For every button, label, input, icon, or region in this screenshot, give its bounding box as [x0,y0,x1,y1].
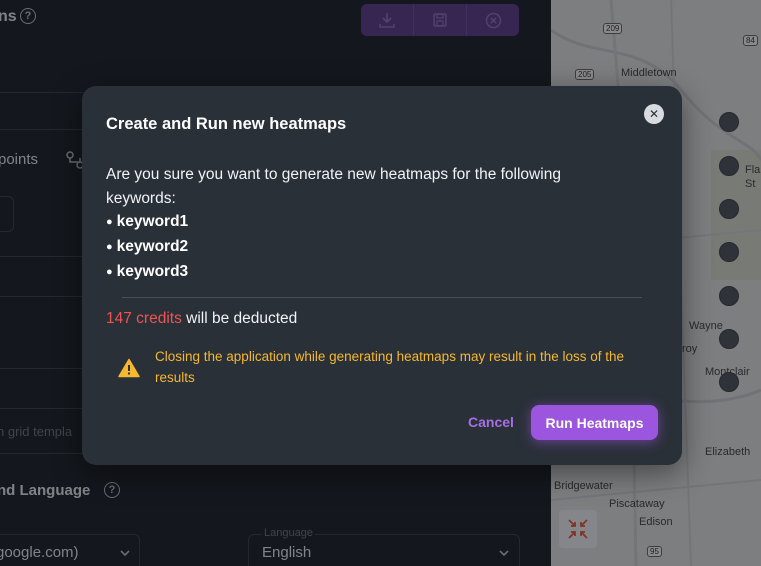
keyword-item: keyword1 [106,210,189,235]
warning-message: Closing the application while generating… [155,349,625,385]
keyword-item: keyword2 [106,235,189,260]
close-button[interactable]: ✕ [644,104,664,124]
dialog-question: Are you sure you want to generate new he… [106,166,561,207]
keyword-item: keyword3 [106,260,189,285]
warning-icon [118,358,140,378]
keyword-list: keyword1 keyword2 keyword3 [106,210,189,285]
credits-amount: 147 credits [106,310,182,327]
close-icon: ✕ [648,107,660,121]
run-heatmaps-button[interactable]: Run Heatmaps [531,405,658,440]
credits-suffix: will be deducted [181,310,298,327]
dialog-divider [122,297,642,298]
credits-notice: 147 credits will be deducted [106,310,297,328]
cancel-button[interactable]: Cancel [458,408,524,436]
dialog-title: Create and Run new heatmaps [106,115,347,133]
confirm-heatmaps-dialog: Create and Run new heatmaps ✕ Are you su… [82,86,682,465]
